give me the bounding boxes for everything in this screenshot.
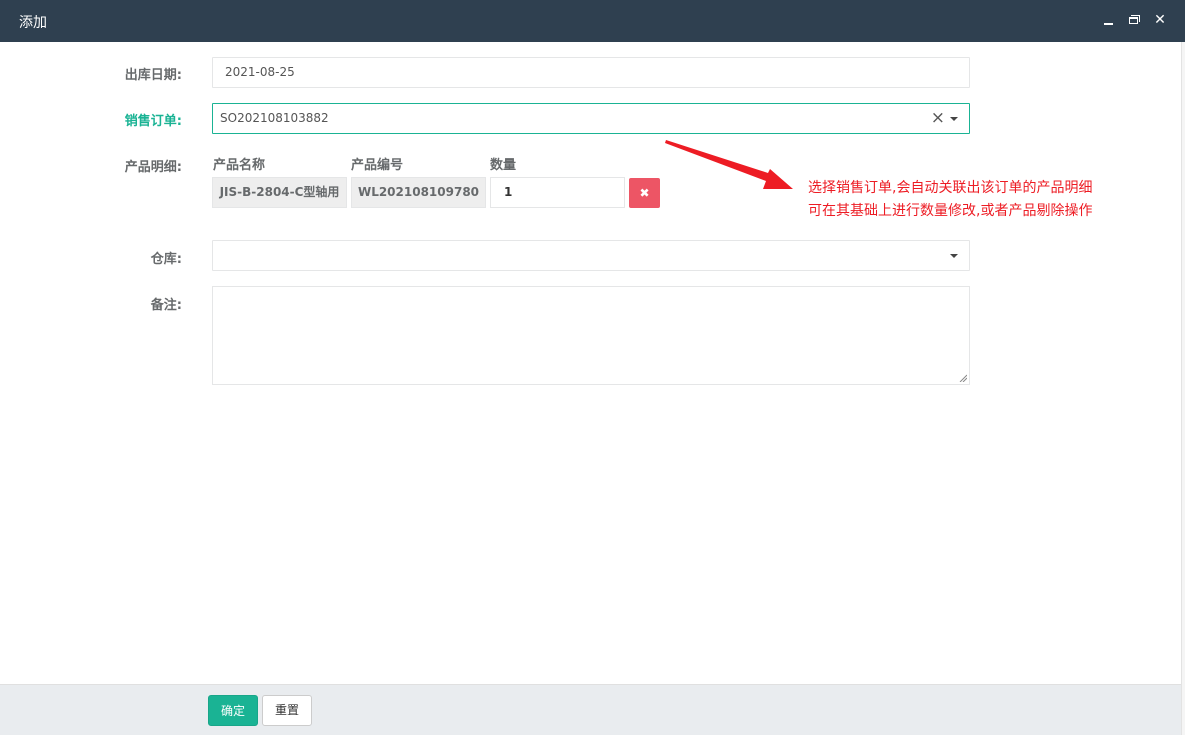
product-name-field: JIS-B-2804-C型轴用 [212, 177, 347, 208]
annotation-line-2: 可在其基础上进行数量修改,或者产品剔除操作 [808, 203, 1093, 219]
remark-label: 备注: [150, 298, 182, 313]
confirm-button[interactable]: 确定 [208, 695, 258, 726]
restore-icon[interactable] [1126, 12, 1142, 28]
clear-icon[interactable]: × [931, 104, 945, 133]
outbound-date-label: 出库日期: [124, 68, 182, 83]
column-header-product-code: 产品编号 [351, 158, 404, 173]
annotation-arrow-icon [665, 140, 793, 189]
scrollbar[interactable] [1181, 42, 1185, 735]
sales-order-select[interactable]: SO202108103882 × [212, 103, 970, 134]
column-header-product-name: 产品名称 [213, 158, 266, 173]
warehouse-label: 仓库: [150, 252, 182, 267]
outbound-date-input[interactable]: 2021-08-25 [212, 57, 970, 88]
product-code-field: WL202108109780 [351, 177, 486, 208]
reset-button[interactable]: 重置 [262, 695, 312, 726]
warehouse-select[interactable] [212, 240, 970, 271]
dialog-footer: 确定 重置 [0, 684, 1181, 735]
column-header-quantity: 数量 [490, 158, 517, 173]
minimize-icon[interactable] [1101, 12, 1117, 28]
outbound-date-value: 2021-08-25 [225, 65, 295, 79]
resize-handle-icon[interactable] [959, 374, 967, 382]
remark-textarea[interactable] [212, 286, 970, 385]
close-icon[interactable]: ✕ [1152, 12, 1168, 28]
sales-order-value: SO202108103882 [220, 111, 329, 125]
dialog-titlebar: 添加 ✕ [0, 0, 1185, 42]
close-icon: ✖ [639, 186, 650, 200]
chevron-down-icon[interactable] [950, 117, 958, 121]
remove-product-button[interactable]: ✖ [629, 178, 660, 208]
dialog-title: 添加 [19, 15, 47, 31]
sales-order-label: 销售订单: [124, 114, 182, 129]
quantity-input[interactable]: 1 [490, 177, 625, 208]
product-detail-label: 产品明细: [124, 160, 182, 175]
annotation-line-1: 选择销售订单,会自动关联出该订单的产品明细 [808, 180, 1093, 196]
chevron-down-icon[interactable] [950, 254, 958, 258]
